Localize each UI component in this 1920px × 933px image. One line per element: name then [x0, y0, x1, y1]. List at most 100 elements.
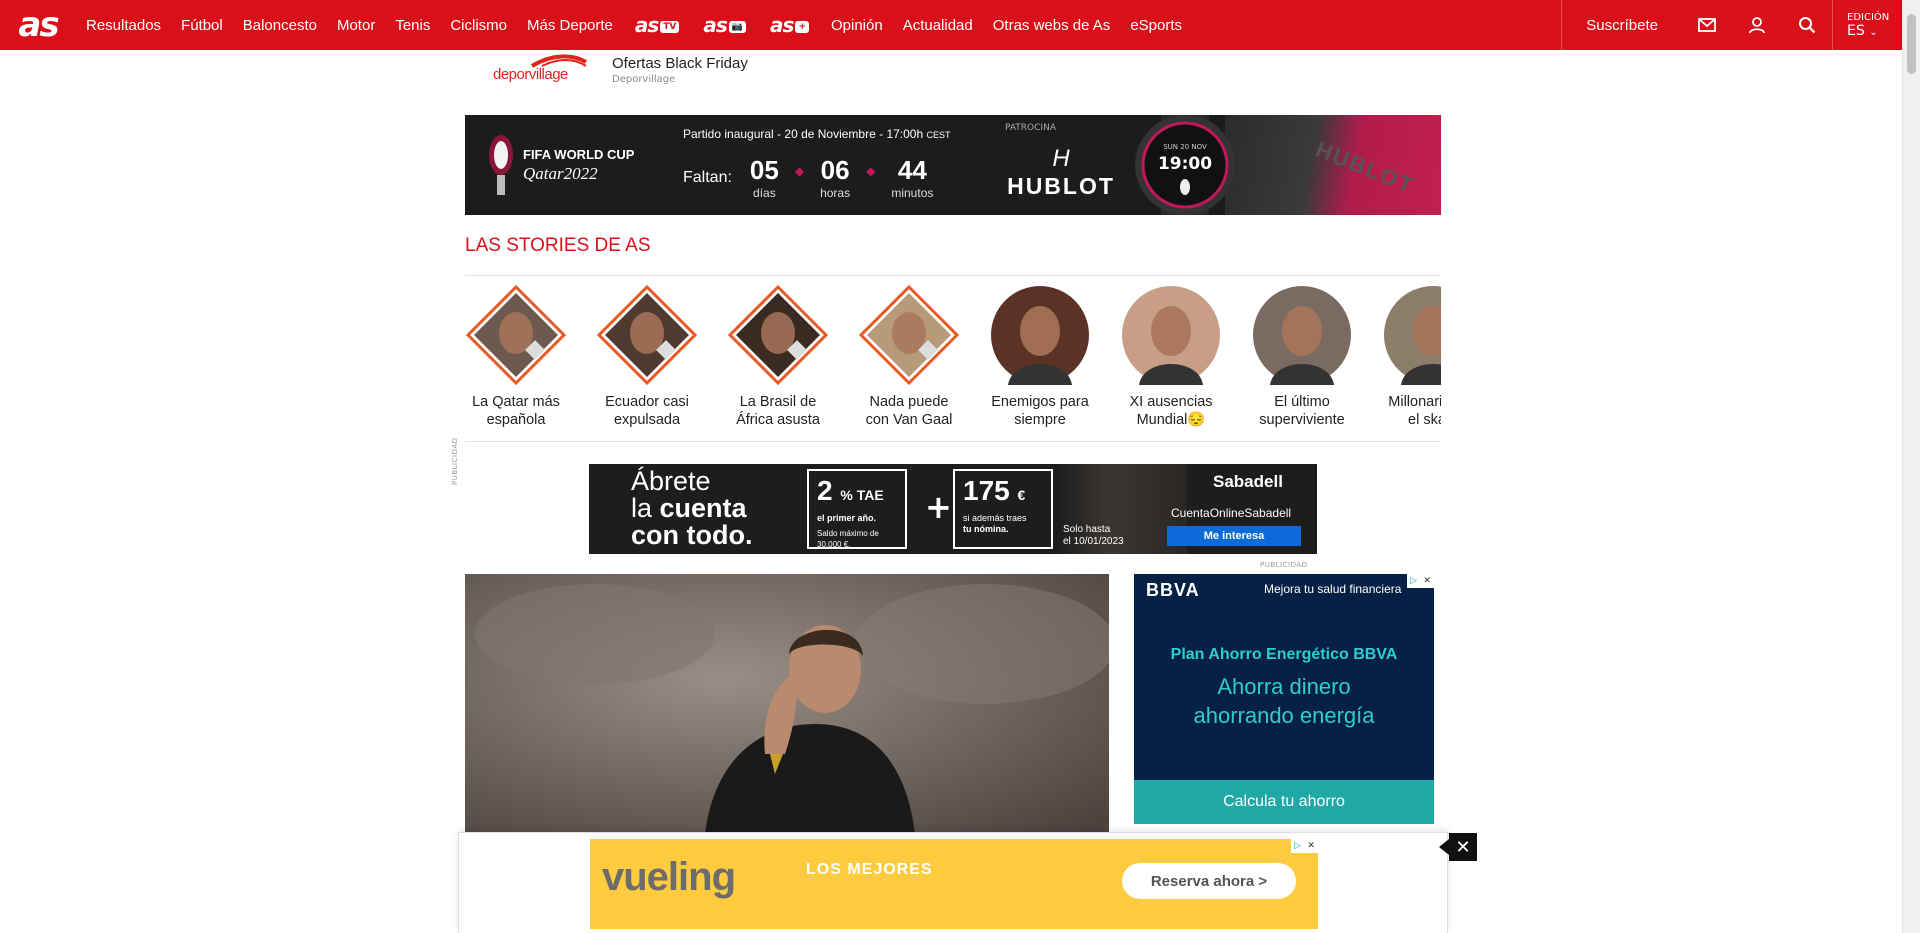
nav-item-ciclismo[interactable]: Ciclismo — [440, 17, 517, 34]
camera-icon: 📷 — [728, 20, 747, 33]
plus-icon: + — [925, 488, 952, 526]
adchoices-icon[interactable]: ▷ ✕ — [1407, 574, 1434, 588]
nav-item-otras-webs[interactable]: Otras webs de As — [983, 17, 1121, 34]
bbva-tagline: Mejora tu salud financiera — [1264, 582, 1402, 596]
stories-title[interactable]: LAS STORIES DE AS — [465, 235, 651, 257]
subscribe-button[interactable]: Suscríbete — [1561, 0, 1682, 50]
bbva-title: Plan Ahorro Energético BBVA — [1170, 646, 1398, 663]
nav-as-plus[interactable]: as + — [758, 13, 821, 37]
nav-item-futbol[interactable]: Fútbol — [171, 17, 233, 34]
edition-selector[interactable]: EDICIÓN ES ⌄ — [1832, 0, 1902, 50]
sabadell-offer-euros: 175 € si además traes tu nómina. — [953, 469, 1053, 549]
story-item[interactable]: La Qatar más española — [465, 283, 567, 429]
story-caption: La Qatar más española — [472, 394, 560, 428]
brand-label: as — [634, 13, 659, 37]
nav-item-actualidad[interactable]: Actualidad — [893, 17, 983, 34]
sabadell-product: CuentaOnlineSabadell — [1171, 506, 1292, 520]
deporvillage-logo: deporvillage — [492, 52, 588, 88]
sabadell-offer-tae: 2 % TAE el primer año. Saldo máximo de 3… — [807, 469, 907, 549]
countdown-hours: 06 horas — [820, 155, 851, 200]
user-icon[interactable] — [1732, 0, 1782, 50]
story-thumbnail — [1252, 285, 1352, 385]
top-navigation-bar: as Resultados Fútbol Baloncesto Motor Te… — [0, 0, 1902, 50]
story-item[interactable]: La Brasil de África asusta — [727, 283, 829, 429]
story-item[interactable]: XI ausencias Mundial😔 — [1120, 283, 1222, 429]
nav-item-baloncesto[interactable]: Baloncesto — [233, 17, 327, 34]
brand-label: as — [770, 13, 794, 37]
bbva-subtitle: Ahorra dinero ahorrando energía — [1193, 674, 1375, 728]
page-scrollbar[interactable] — [1902, 0, 1920, 933]
story-item[interactable]: Enemigos para siempre — [989, 283, 1091, 429]
story-item[interactable]: Ecuador casi expulsada — [596, 283, 698, 429]
hublot-logo: H HUBLOT — [1007, 145, 1115, 199]
bbva-logo: BBVA — [1146, 580, 1200, 600]
countdown-days: 05 días — [749, 155, 779, 200]
stories-carousel: La Qatar más española Ecuador casi expuls… — [465, 283, 1441, 443]
nav-item-resultados[interactable]: Resultados — [76, 17, 171, 34]
story-caption: Millonarios en el skate — [1388, 394, 1441, 428]
ad-label: PUBLICIDAD — [1260, 561, 1308, 569]
sticky-bottom-ad: vueling LOS MEJORES Reserva ahora > ▷ ✕ ✕ — [458, 832, 1477, 933]
close-icon[interactable]: ✕ — [1449, 833, 1477, 861]
divider — [465, 275, 1441, 276]
story-item[interactable]: El último superviviente — [1251, 283, 1353, 429]
countdown-label: Faltan: — [683, 168, 732, 186]
nav-item-tenis[interactable]: Tenis — [385, 17, 440, 34]
bbva-cta-button[interactable]: Calcula tu ahorro — [1134, 780, 1434, 824]
sabadell-headline: Ábrete la cuenta con todo. — [631, 466, 753, 550]
story-thumbnail — [1383, 285, 1441, 385]
nav-item-mas-deporte[interactable]: Más Deporte — [517, 17, 623, 34]
vueling-cta-button[interactable]: Reserva ahora > — [1122, 863, 1296, 899]
story-item[interactable]: Millonarios en el skate — [1382, 283, 1441, 429]
brand-tag: TV — [660, 20, 680, 33]
diamond-icon: ◆ — [866, 163, 876, 178]
watch-date: SUN 20 NOV — [1163, 143, 1207, 151]
story-thumbnail — [596, 284, 698, 386]
as-logo[interactable]: as — [0, 0, 76, 50]
diamond-icon: ◆ — [794, 163, 805, 178]
world-cup-logo: FIFA WORLD CUP Qatar2022 — [485, 129, 645, 201]
story-thumbnail — [465, 284, 567, 386]
story-thumbnail — [727, 284, 829, 386]
sabadell-logo: Sabadell — [1213, 472, 1283, 491]
scrollbar-thumb[interactable] — [1907, 14, 1916, 74]
close-tab — [1439, 839, 1449, 855]
sabadell-ad-banner[interactable]: Ábrete la cuenta con todo. 2 % TAE el pr… — [589, 464, 1317, 554]
brand-label: as — [703, 13, 727, 37]
chevron-down-icon: ⌄ — [1869, 26, 1878, 38]
promo-link[interactable]: deporvillage Ofertas Black Friday Deporv… — [492, 50, 792, 90]
watch-image: SUN 20 NOV 19:00 — [1133, 115, 1237, 215]
wc-logo-line1: FIFA WORLD CUP — [523, 147, 635, 162]
main-nav: Resultados Fútbol Baloncesto Motor Tenis… — [76, 0, 1192, 50]
promo-source: Deporvillage — [612, 74, 676, 85]
edition-label: EDICIÓN — [1847, 11, 1890, 23]
adchoices-icon[interactable]: ▷ ✕ — [1291, 839, 1318, 853]
countdown: Faltan: 05 días ◆ 06 horas ◆ 44 minutos — [683, 155, 941, 200]
sabadell-cta-button[interactable]: Me interesa — [1167, 526, 1301, 546]
nav-item-esports[interactable]: eSports — [1120, 17, 1192, 34]
divider — [465, 441, 1441, 442]
mail-icon[interactable] — [1682, 0, 1732, 50]
story-caption: La Brasil de África asusta — [736, 394, 820, 428]
bbva-ad[interactable]: BBVA Mejora tu salud financiera Plan Aho… — [1134, 574, 1434, 824]
nav-as-photo[interactable]: as 📷 — [691, 13, 758, 37]
hero-article-image[interactable] — [465, 574, 1109, 834]
promo-logo-text: deporvillage — [493, 66, 568, 83]
watch-strap-image: HUBLOT — [1225, 115, 1441, 215]
brand-tag: + — [795, 20, 809, 33]
vueling-ad[interactable]: vueling LOS MEJORES Reserva ahora > ▷ ✕ — [590, 839, 1318, 929]
story-thumbnail — [1121, 285, 1221, 385]
nav-item-motor[interactable]: Motor — [327, 17, 385, 34]
search-icon[interactable] — [1782, 0, 1832, 50]
vueling-text: LOS MEJORES — [806, 861, 933, 878]
nav-as-tv[interactable]: as TV — [623, 13, 692, 37]
world-cup-countdown-banner[interactable]: FIFA WORLD CUP Qatar2022 Partido inaugur… — [465, 115, 1441, 215]
watch-time: 19:00 — [1158, 154, 1212, 174]
story-item[interactable]: Nada puede con Van Gaal — [858, 283, 960, 429]
header-tools: Suscríbete EDICIÓN ES ⌄ — [1561, 0, 1902, 50]
sabadell-deadline: Solo hasta el 10/01/2023 — [1063, 524, 1124, 547]
promo-title: Ofertas Black Friday — [612, 55, 748, 72]
sponsor-label: PATROCINA — [1005, 123, 1056, 133]
nav-item-opinion[interactable]: Opinión — [821, 17, 893, 34]
ad-label: PUBLICIDAD — [451, 437, 459, 485]
